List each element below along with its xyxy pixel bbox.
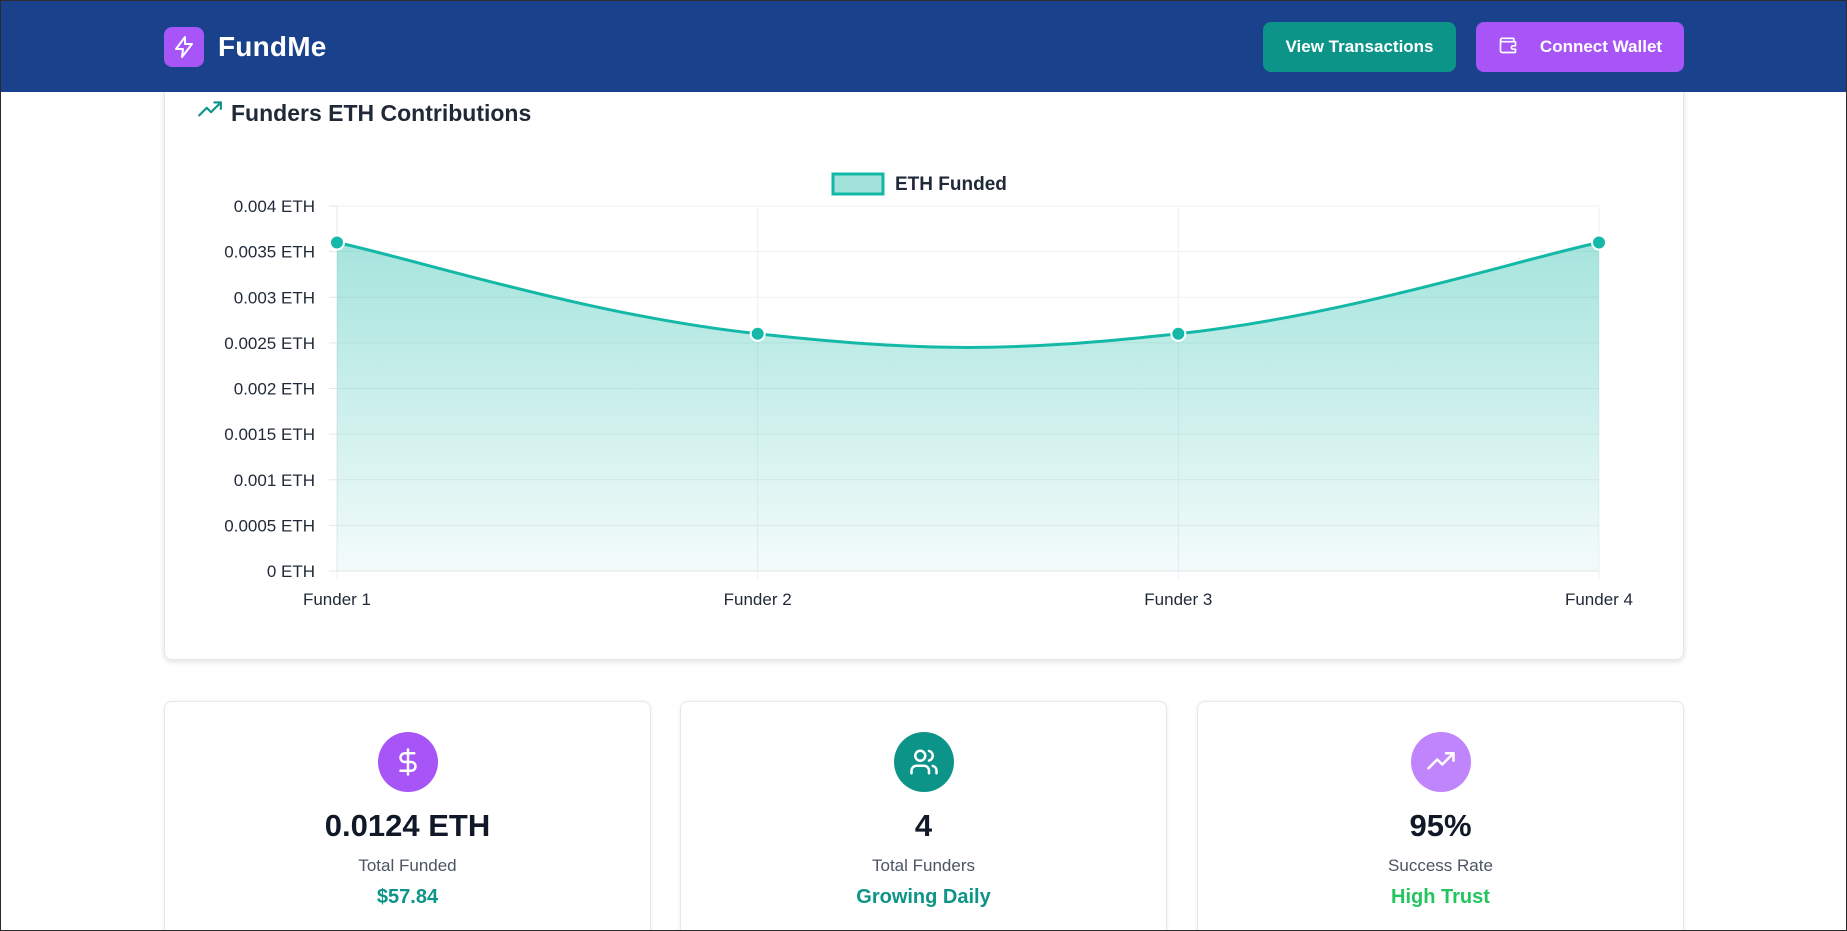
dollar-icon	[377, 732, 438, 792]
data-point	[1591, 234, 1607, 251]
stat-sub: Growing Daily	[856, 886, 991, 908]
top-navbar: FundMe View Transactions Connect Wallet	[0, 0, 1847, 92]
legend-swatch	[831, 172, 885, 196]
stat-label: Total Funders	[872, 856, 975, 875]
area-chart: 0 ETH 0.0005 ETH 0.001 ETH 0.0015 ETH 0.002 …	[224, 172, 1633, 609]
trending-up-icon	[1410, 732, 1471, 792]
y-tick-label: 0.0025 ETH	[224, 334, 315, 353]
wallet-icon	[1498, 35, 1518, 60]
y-tick-label: 0.002 ETH	[234, 380, 315, 399]
data-point	[1170, 325, 1187, 342]
stat-value: 95%	[1409, 808, 1472, 843]
stat-card-success-rate: 95% Success Rate High Trust	[1197, 701, 1684, 931]
data-point	[329, 234, 345, 251]
stat-label: Success Rate	[1388, 856, 1493, 875]
y-tick-label: 0.0035 ETH	[224, 243, 315, 262]
y-tick-label: 0.0015 ETH	[224, 425, 315, 444]
legend-label: ETH Funded	[895, 174, 1007, 195]
stat-label: Total Funded	[358, 856, 457, 875]
connect-wallet-button[interactable]: Connect Wallet	[1476, 22, 1684, 72]
x-tick-label: Funder 3	[1144, 590, 1212, 609]
stat-sub: $57.84	[376, 886, 439, 908]
app-name: FundMe	[218, 31, 327, 62]
x-tick-label: Funder 2	[724, 590, 792, 609]
brand[interactable]: FundMe	[164, 27, 327, 67]
y-tick-label: 0.001 ETH	[234, 471, 315, 490]
stat-card-total-funders: 4 Total Funders Growing Daily	[680, 701, 1167, 931]
x-tick-label: Funder 1	[303, 590, 371, 609]
y-tick-label: 0.004 ETH	[234, 197, 315, 216]
y-tick-label: 0.0005 ETH	[224, 516, 315, 535]
x-tick-label: Funder 4	[1565, 590, 1633, 609]
data-point	[749, 325, 766, 342]
connect-wallet-label: Connect Wallet	[1539, 37, 1663, 56]
y-tick-label: 0 ETH	[267, 562, 315, 581]
contributions-chart-card: Funders ETH Contributions 0 ETH 0.0005 ET…	[164, 78, 1684, 660]
stat-value: 4	[914, 808, 933, 843]
stat-card-total-funded: 0.0124 ETH Total Funded $57.84	[164, 701, 651, 931]
y-tick-label: 0.003 ETH	[234, 288, 315, 307]
stat-value: 0.0124 ETH	[324, 808, 491, 843]
view-transactions-label: View Transactions	[1285, 37, 1434, 56]
users-icon	[893, 732, 954, 792]
stat-sub: High Trust	[1391, 886, 1490, 908]
lightning-icon	[164, 27, 204, 67]
view-transactions-button[interactable]: View Transactions	[1263, 22, 1456, 72]
